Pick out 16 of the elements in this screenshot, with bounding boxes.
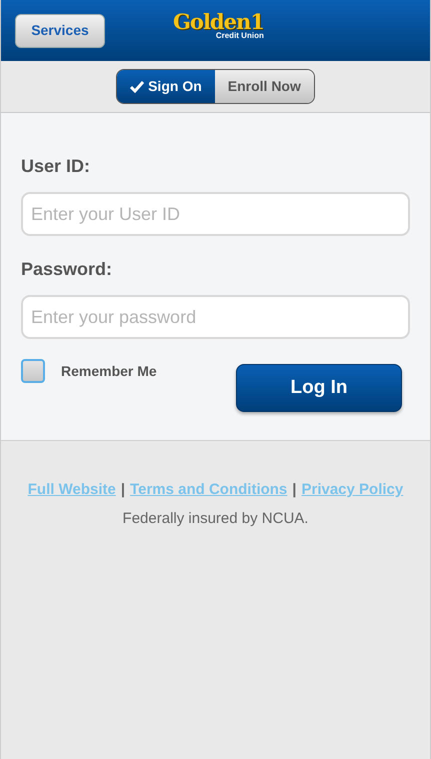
check-icon [130, 80, 144, 92]
separator: | [120, 480, 126, 500]
field-label: Password: [21, 258, 114, 281]
input-field[interactable]: Enter your User ID [21, 192, 410, 236]
logo-text: Golden1 [173, 11, 264, 32]
login-button[interactable]: Log In [236, 364, 402, 412]
footer-note: Federally insured by NCUA. [122, 508, 310, 528]
services-button[interactable]: Services [15, 14, 105, 48]
logo-subtitle: Credit Union [216, 32, 264, 40]
input-field[interactable]: Enter your password [21, 295, 410, 339]
remember-label: Remember Me [61, 362, 157, 380]
tab[interactable]: Sign On [117, 70, 215, 103]
tab[interactable]: Enroll Now [214, 70, 314, 103]
field-label: User ID: [21, 155, 92, 178]
separator: | [292, 480, 296, 500]
remember-checkbox[interactable] [21, 359, 45, 383]
